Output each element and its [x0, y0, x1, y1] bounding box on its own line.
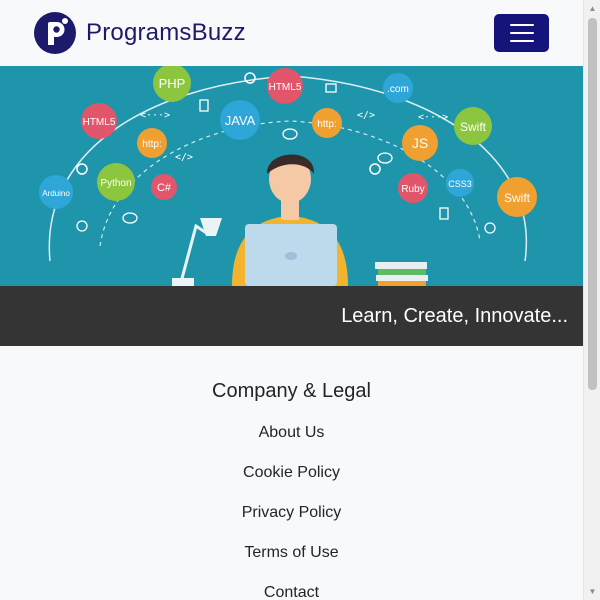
hero-illustration: <···> </> </> <···> PHP HTML5 .com HTML5…	[39, 66, 537, 286]
tech-bubble: JAVA	[220, 100, 260, 140]
company-legal-section: Company & Legal About Us Cookie Policy P…	[0, 346, 583, 600]
tech-bubble: C#	[151, 174, 177, 200]
link-about-us[interactable]: About Us	[0, 423, 583, 443]
desk-lamp-illustration	[172, 218, 222, 286]
svg-text:PHP: PHP	[159, 76, 186, 91]
page: ProgramsBuzz <···> </> </> <···> PHP HTM…	[0, 0, 583, 600]
tech-bubble: Swift	[497, 177, 537, 217]
chat-bubble-icon	[122, 212, 138, 224]
gear-icon	[484, 222, 496, 234]
tech-bubble: Swift	[454, 107, 492, 145]
svg-text:http:: http:	[142, 139, 161, 150]
svg-text:http:: http:	[317, 119, 336, 130]
books-illustration	[375, 262, 428, 286]
scrollbar-thumb[interactable]	[588, 18, 597, 390]
link-privacy-policy[interactable]: Privacy Policy	[0, 503, 583, 523]
code-tag-icon: </>	[175, 152, 193, 163]
tech-bubble: .com	[383, 73, 413, 103]
tagline-text: Learn, Create, Innovate...	[341, 304, 568, 327]
tech-bubble: HTML5	[267, 68, 303, 104]
tech-bubble: Python	[97, 163, 135, 201]
search-icon	[369, 163, 381, 175]
tech-bubble: PHP	[153, 66, 191, 102]
code-tag-icon: <···>	[140, 110, 170, 121]
programsbuzz-logo-icon	[34, 12, 76, 54]
link-contact[interactable]: Contact	[0, 583, 583, 600]
hero-banner: <···> </> </> <···> PHP HTML5 .com HTML5…	[0, 66, 583, 286]
svg-text:.com: .com	[387, 84, 409, 95]
scroll-up-arrow-icon[interactable]: ▲	[584, 0, 600, 17]
hamburger-icon-bar	[509, 24, 534, 26]
folder-icon	[325, 83, 337, 93]
svg-text:Swift: Swift	[460, 120, 487, 134]
tech-bubble: HTML5	[81, 103, 117, 139]
navbar: ProgramsBuzz	[0, 0, 583, 66]
code-tag-icon: </>	[357, 110, 375, 121]
chat-bubble-icon	[377, 152, 393, 164]
scroll-down-arrow-icon[interactable]: ▼	[584, 583, 600, 600]
document-icon	[439, 207, 449, 220]
svg-text:Python: Python	[100, 178, 131, 189]
svg-text:C#: C#	[157, 182, 172, 194]
tech-bubble: http:	[312, 108, 342, 138]
gear-icon	[76, 220, 88, 232]
link-terms-of-use[interactable]: Terms of Use	[0, 543, 583, 563]
tech-bubble: Ruby	[398, 173, 428, 203]
tech-bubble: CSS3	[446, 169, 474, 197]
svg-text:JS: JS	[412, 135, 428, 151]
svg-text:HTML5: HTML5	[83, 117, 116, 128]
menu-toggle-button[interactable]	[494, 14, 549, 52]
chat-bubble-icon	[282, 128, 298, 140]
svg-text:CSS3: CSS3	[448, 179, 472, 189]
tech-bubble: Arduino	[39, 175, 73, 209]
section-title: Company & Legal	[212, 380, 371, 402]
tech-bubble: JS	[402, 125, 438, 161]
brand-link[interactable]: ProgramsBuzz	[34, 12, 246, 54]
svg-text:Arduino: Arduino	[42, 189, 70, 198]
link-cookie-policy[interactable]: Cookie Policy	[0, 463, 583, 483]
code-tag-icon: <···>	[418, 112, 448, 123]
svg-text:HTML5: HTML5	[269, 82, 302, 93]
developer-illustration	[232, 154, 348, 286]
hamburger-icon-bar	[509, 40, 534, 42]
svg-text:Ruby: Ruby	[401, 184, 424, 195]
svg-text:JAVA: JAVA	[225, 113, 256, 128]
vertical-scrollbar[interactable]: ▲ ▼	[583, 0, 600, 600]
tagline-bar: Learn, Create, Innovate...	[0, 286, 583, 346]
hamburger-icon-bar	[509, 32, 534, 34]
tech-bubble: http:	[137, 128, 167, 158]
document-icon	[199, 99, 209, 112]
brand-name: ProgramsBuzz	[86, 19, 246, 46]
svg-text:Swift: Swift	[504, 191, 531, 205]
search-icon	[76, 163, 88, 175]
search-icon	[244, 72, 256, 84]
